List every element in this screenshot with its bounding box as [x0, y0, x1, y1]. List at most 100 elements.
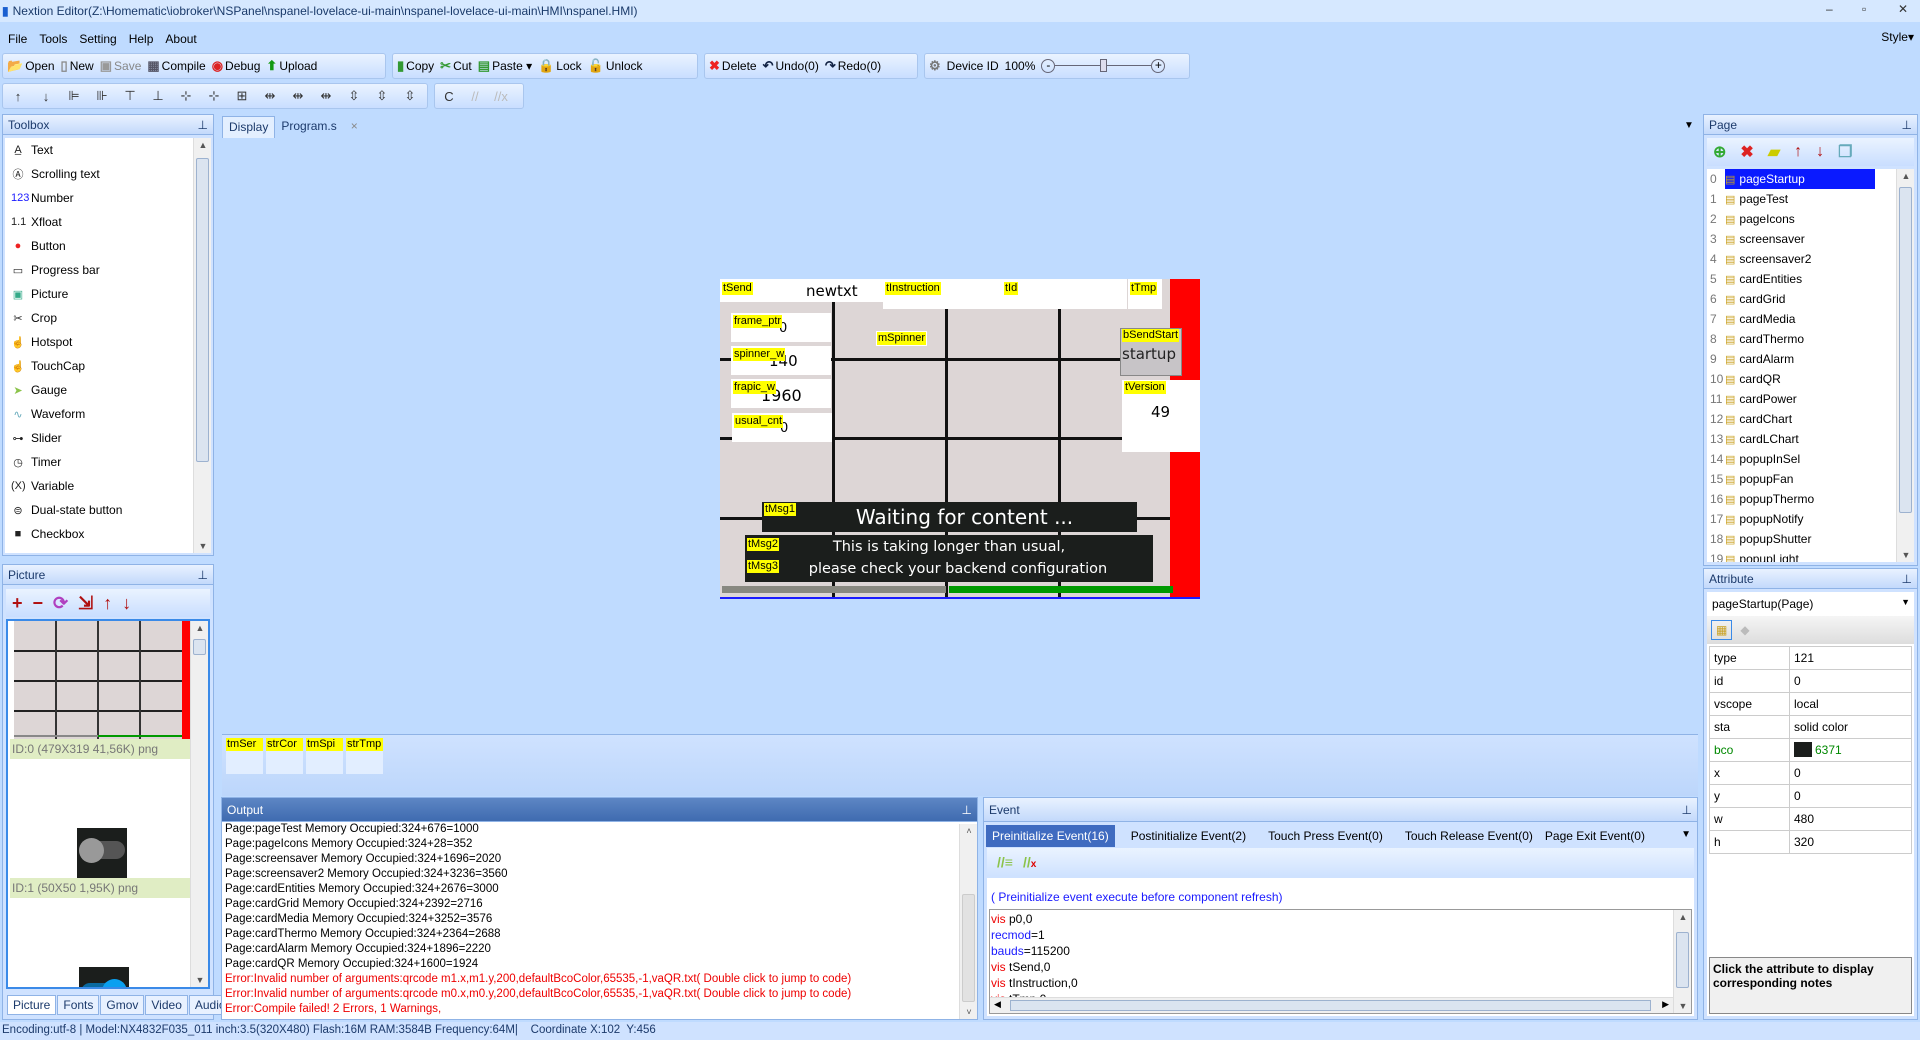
attribute-value[interactable]: 0 [1790, 670, 1805, 692]
attribute-row-x[interactable]: x0 [1710, 762, 1911, 785]
align-tool-icon[interactable]: C [439, 89, 459, 104]
delete-button[interactable]: ✖ Delete [709, 58, 757, 74]
timer-component[interactable]: strCor [266, 738, 303, 774]
attribute-value[interactable]: local [1790, 693, 1823, 715]
zoom-slider-thumb[interactable] [1099, 59, 1107, 72]
toolbox-item-radio[interactable]: ◉ Radio [5, 546, 211, 553]
picture-item[interactable]: ID:1 (50X50 1,95K) png [10, 761, 194, 901]
upload-button[interactable]: ⬆ Upload [266, 58, 317, 74]
minimize-button[interactable]: – [1826, 2, 1833, 16]
page-item-cardAlarm[interactable]: 9 ▤ cardAlarm [1707, 349, 1914, 369]
attribute-value[interactable]: solid color [1790, 716, 1852, 738]
timer-component[interactable]: tmSpi [306, 738, 343, 774]
toolbox-item-hotspot[interactable]: ☝ Hotspot [5, 330, 211, 354]
attribute-row-sta[interactable]: sta solid color [1710, 716, 1911, 739]
toolbox-item-picture[interactable]: ▣ Picture [5, 282, 211, 306]
menu-help[interactable]: Help [129, 32, 154, 46]
close-tab-icon[interactable]: × [351, 119, 358, 133]
page-item-screensaver[interactable]: 3 ▤ screensaver [1707, 229, 1914, 249]
page-item-pageTest[interactable]: 1 ▤ pageTest [1707, 189, 1914, 209]
page-item-cardLChart[interactable]: 13 ▤ cardLChart [1707, 429, 1914, 449]
align-tool-icon[interactable]: //x [491, 89, 511, 104]
event-tab-dropdown-icon[interactable]: ▼ [1681, 829, 1691, 840]
code-hscrollbar[interactable]: ◀ ▶ [990, 997, 1673, 1013]
add-page-icon[interactable]: ⊕ [1713, 142, 1726, 162]
align-tool-icon[interactable]: ⊪ [91, 88, 113, 104]
open-button[interactable]: 📂 Open [7, 58, 55, 74]
add-picture-icon[interactable]: + [12, 593, 23, 614]
tab-video[interactable]: Video [145, 995, 188, 1015]
attribute-row-y[interactable]: y0 [1710, 785, 1911, 808]
attribute-row-id[interactable]: id 0 [1710, 670, 1911, 693]
align-tool-icon[interactable]: ⇳ [399, 88, 421, 104]
menu-about[interactable]: About [165, 32, 196, 46]
event-tab[interactable]: Postinitialize Event(2) [1125, 825, 1252, 847]
align-tool-icon[interactable]: ⇳ [343, 88, 365, 104]
page-item-cardPower[interactable]: 11 ▤ cardPower [1707, 389, 1914, 409]
page-item-popupInSel[interactable]: 14 ▤ popupInSel [1707, 449, 1914, 469]
pin-icon[interactable]: ⊥ [1902, 572, 1912, 586]
toolbox-item-xfloat[interactable]: 1.1 Xfloat [5, 210, 211, 234]
align-tool-icon[interactable]: ⇹ [287, 88, 309, 104]
new-button[interactable]: ▯ New [61, 58, 94, 74]
import-page-icon[interactable]: ▰ [1768, 142, 1780, 162]
events-icon[interactable]: ◆ [1740, 623, 1749, 637]
redo-button[interactable]: ↷ Redo(0) [825, 58, 881, 74]
compile-button[interactable]: ▦ Compile [147, 58, 205, 74]
event-tab[interactable]: Touch Release Event(0) [1399, 825, 1539, 847]
event-tab[interactable]: Page Exit Event(0) [1539, 825, 1651, 847]
device-screen-page-startup[interactable]: tSend newtxt tInstruction tId tTmp 0 fra… [720, 279, 1200, 599]
toolbox-item-crop[interactable]: ✂ Crop [5, 306, 211, 330]
pin-icon[interactable]: ⊥ [198, 568, 208, 582]
attribute-row-vscope[interactable]: vscope local [1710, 693, 1911, 716]
toolbox-item-text[interactable]: A̲ Text [5, 138, 211, 162]
attribute-value[interactable]: 320 [1790, 831, 1818, 853]
uncomment-icon[interactable]: //x [1023, 854, 1036, 870]
align-tool-icon[interactable]: ↑ [7, 89, 29, 104]
align-tool-icon[interactable]: ⊥ [147, 88, 169, 104]
cut-button[interactable]: ✂ Cut [440, 58, 472, 74]
toolbox-item-waveform[interactable]: ∿ Waveform [5, 402, 211, 426]
pin-icon[interactable]: ⊥ [198, 118, 208, 132]
page-item-cardMedia[interactable]: 7 ▤ cardMedia [1707, 309, 1914, 329]
tab-display[interactable]: Display [222, 116, 276, 138]
tMsg1-component[interactable]: Waiting for content ... [762, 502, 1137, 532]
align-tool-icon[interactable]: ⊹ [203, 88, 225, 104]
object-select[interactable]: pageStartup(Page) ▼ [1707, 592, 1914, 616]
code-vscrollbar[interactable]: ▲ ▼ [1673, 910, 1691, 1013]
page-item-popupFan[interactable]: 15 ▤ popupFan [1707, 469, 1914, 489]
toolbox-item-progress-bar[interactable]: ▭ Progress bar [5, 258, 211, 282]
lock-button[interactable]: 🔒 Lock [538, 58, 582, 74]
style-menu[interactable]: Style▾ [1881, 30, 1914, 44]
align-tool-icon[interactable]: ↓ [35, 89, 57, 104]
picture-scrollbar[interactable]: ▲ ▼ [190, 621, 208, 987]
device-id-button[interactable]: Device ID [947, 59, 999, 73]
debug-button[interactable]: ◉ Debug [212, 58, 261, 74]
menu-setting[interactable]: Setting [79, 32, 116, 46]
page-item-popupNotify[interactable]: 17 ▤ popupNotify [1707, 509, 1914, 529]
align-tool-icon[interactable]: ⇳ [371, 88, 393, 104]
page-item-cardEntities[interactable]: 5 ▤ cardEntities [1707, 269, 1914, 289]
page-scrollbar[interactable]: ▲ ▼ [1896, 169, 1914, 562]
toolbox-item-number[interactable]: 123 Number [5, 186, 211, 210]
page-item-popupShutter[interactable]: 18 ▤ popupShutter [1707, 529, 1914, 549]
move-up-picture-icon[interactable]: ↑ [103, 593, 112, 614]
page-item-pageIcons[interactable]: 2 ▤ pageIcons [1707, 209, 1914, 229]
tMsg2-component[interactable]: This is taking longer than usual, please … [745, 535, 1153, 582]
align-tool-icon[interactable]: // [465, 89, 485, 104]
save-button[interactable]: ▣ Save [100, 58, 142, 74]
event-code-editor[interactable]: vis p0,0 recmod=1 bauds=115200 vis tSend,0 v… [989, 909, 1692, 1014]
restore-button[interactable]: ▫ [1862, 2, 1866, 16]
toolbox-item-gauge[interactable]: ➤ Gauge [5, 378, 211, 402]
move-up-icon[interactable]: ↑ [1794, 143, 1802, 161]
align-tool-icon[interactable]: ⇹ [259, 88, 281, 104]
attribute-row-h[interactable]: h 320 [1710, 831, 1911, 854]
output-scrollbar[interactable]: ˄ ˅ [959, 824, 977, 1019]
picture-item[interactable]: ID:0 (479X319 41,56K) png [10, 621, 194, 761]
page-item-screensaver2[interactable]: 4 ▤ screensaver2 [1707, 249, 1914, 269]
page-item-cardQR[interactable]: 10 ▤ cardQR [1707, 369, 1914, 389]
attribute-value[interactable]: 0 [1790, 785, 1805, 807]
pin-icon[interactable]: ⊥ [962, 803, 972, 817]
attribute-value[interactable]: 480 [1790, 808, 1818, 830]
close-button[interactable]: ✕ [1898, 2, 1908, 16]
